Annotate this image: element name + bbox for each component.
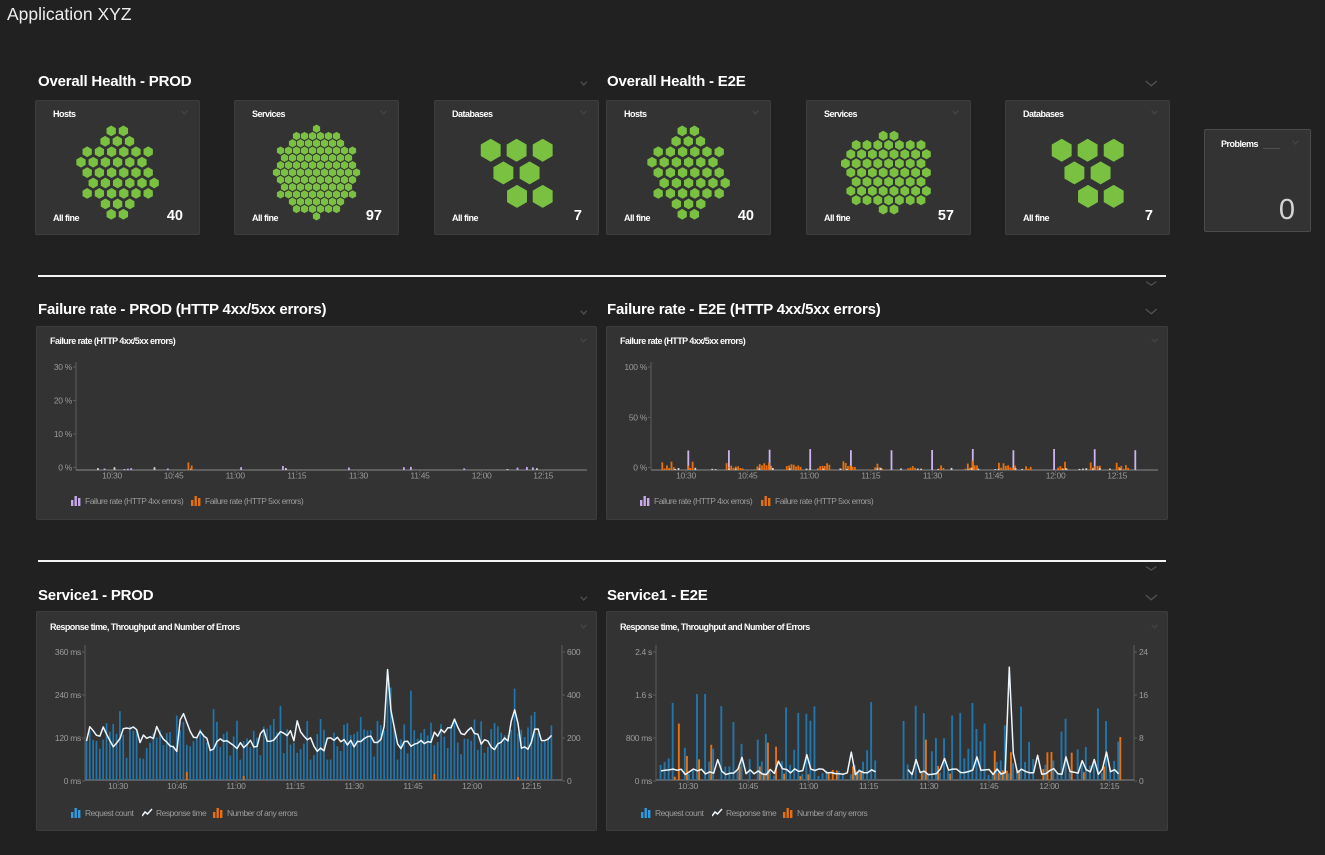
svg-text:0 %: 0 % [633, 463, 647, 473]
svg-text:0 ms: 0 ms [64, 776, 81, 786]
svg-text:24: 24 [1139, 647, 1148, 657]
svg-text:400: 400 [567, 690, 581, 700]
svg-text:100 %: 100 % [624, 362, 647, 372]
svg-text:50 %: 50 % [629, 412, 648, 422]
svg-text:360 ms: 360 ms [55, 647, 81, 657]
svg-text:0 %: 0 % [58, 463, 72, 473]
svg-text:2.4 s: 2.4 s [635, 647, 652, 657]
svg-text:0: 0 [567, 776, 572, 786]
svg-text:600: 600 [567, 647, 581, 657]
svg-text:10 %: 10 % [54, 429, 73, 439]
svg-text:800 ms: 800 ms [626, 733, 652, 743]
svg-text:120 ms: 120 ms [55, 733, 81, 743]
svg-text:30 %: 30 % [54, 362, 73, 372]
svg-text:0 ms: 0 ms [635, 776, 652, 786]
svg-text:1.6 s: 1.6 s [635, 690, 652, 700]
svg-text:240 ms: 240 ms [55, 690, 81, 700]
svg-text:8: 8 [1139, 733, 1144, 743]
svg-text:0: 0 [1139, 776, 1144, 786]
svg-text:16: 16 [1139, 690, 1148, 700]
svg-text:200: 200 [567, 733, 581, 743]
svg-text:20 %: 20 % [54, 396, 73, 406]
